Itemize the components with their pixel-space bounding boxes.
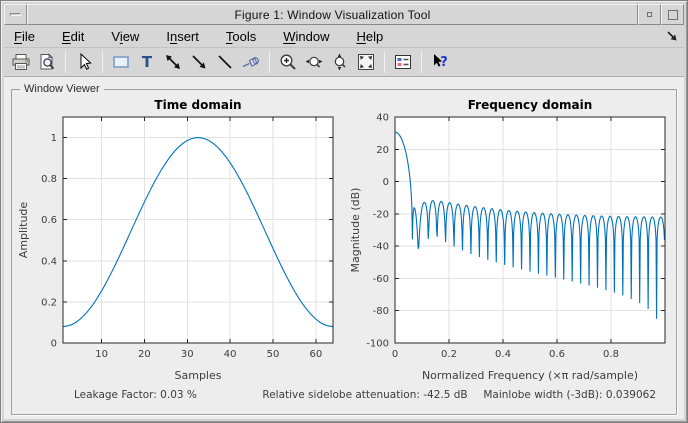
svg-text:Magnitude (dB): Magnitude (dB) bbox=[349, 188, 362, 273]
mainlobe-width-label: Mainlobe width (-3dB): 0.039062 bbox=[483, 389, 656, 401]
metrics-row: Leakage Factor: 0.03 % Relative sidelobe… bbox=[16, 389, 672, 401]
legend-button[interactable] bbox=[390, 50, 416, 75]
toolbar-separator bbox=[102, 51, 103, 73]
full-view-button[interactable] bbox=[353, 50, 379, 75]
full-view-icon bbox=[358, 54, 374, 70]
menu-view[interactable]: View bbox=[111, 29, 139, 44]
svg-text:?: ? bbox=[440, 55, 448, 70]
svg-text:0: 0 bbox=[383, 177, 389, 188]
insert-arrow-button[interactable] bbox=[186, 50, 212, 75]
svg-text:-40: -40 bbox=[373, 242, 389, 253]
svg-text:40: 40 bbox=[224, 349, 237, 360]
svg-text:50: 50 bbox=[267, 349, 280, 360]
insert-double-arrow-button[interactable] bbox=[160, 50, 186, 75]
print-icon bbox=[12, 54, 30, 70]
menubar: File Edit View Insert Tools Window Help bbox=[4, 25, 684, 48]
figure-client-area: Window Viewer 10 20 30 40 50 60 0 0.2 0.4 0.6 0.8 1… bbox=[4, 77, 684, 419]
svg-text:Samples: Samples bbox=[175, 369, 222, 382]
insert-text-button[interactable]: T bbox=[134, 50, 160, 75]
frequency-domain-plot: 0 0.2 0.4 0.6 0.8 -100 -80 -60 -40 -20 0 20 40 Freque… bbox=[349, 98, 666, 382]
whats-this-icon: ? bbox=[434, 54, 448, 70]
window-title: Figure 1: Window Visualization Tool bbox=[27, 4, 638, 25]
menu-help[interactable]: Help bbox=[356, 29, 383, 44]
text-icon: T bbox=[142, 53, 153, 71]
double-arrow-icon bbox=[166, 55, 180, 69]
menu-edit[interactable]: Edit bbox=[62, 29, 84, 44]
svg-text:10: 10 bbox=[95, 349, 108, 360]
menu-window[interactable]: Window bbox=[283, 29, 329, 44]
whats-this-button[interactable]: ? bbox=[427, 50, 453, 75]
zoom-y-icon bbox=[334, 53, 346, 71]
figure-window: Figure 1: Window Visualization Tool File… bbox=[0, 0, 688, 423]
time-domain-plot: 10 20 30 40 50 60 0 0.2 0.4 0.6 0.8 1 Time domain Sam… bbox=[17, 98, 334, 382]
dock-arrow-icon bbox=[667, 31, 677, 41]
svg-text:Time domain: Time domain bbox=[154, 98, 241, 112]
svg-text:20: 20 bbox=[138, 349, 151, 360]
dock-figure-button[interactable] bbox=[664, 28, 680, 44]
svg-text:40: 40 bbox=[376, 113, 389, 124]
svg-text:0.2: 0.2 bbox=[41, 297, 57, 308]
svg-text:0.6: 0.6 bbox=[41, 215, 57, 226]
sidelobe-attenuation-label: Relative sidelobe attenuation: -42.5 dB bbox=[262, 389, 468, 401]
print-preview-icon bbox=[40, 53, 55, 70]
svg-text:-60: -60 bbox=[373, 274, 389, 285]
edit-plot-button[interactable] bbox=[71, 50, 97, 75]
pin-icon bbox=[242, 57, 259, 68]
minimize-icon bbox=[647, 12, 652, 17]
svg-text:0.4: 0.4 bbox=[495, 349, 511, 360]
svg-text:-100: -100 bbox=[366, 339, 389, 350]
zoom-in-button[interactable] bbox=[275, 50, 301, 75]
toolbar-separator bbox=[269, 51, 270, 73]
toolbar-separator bbox=[384, 51, 385, 73]
toolbar: T ? bbox=[4, 48, 684, 77]
svg-text:0.2: 0.2 bbox=[441, 349, 457, 360]
svg-text:20: 20 bbox=[376, 145, 389, 156]
svg-text:Amplitude: Amplitude bbox=[17, 202, 30, 259]
pin-to-axes-button[interactable] bbox=[238, 50, 264, 75]
svg-text:0: 0 bbox=[392, 349, 398, 360]
svg-text:1: 1 bbox=[51, 133, 57, 144]
minimize-button[interactable] bbox=[638, 4, 661, 25]
svg-text:Frequency domain: Frequency domain bbox=[468, 98, 593, 112]
zoom-x-icon bbox=[305, 56, 323, 68]
leakage-factor-label: Leakage Factor: 0.03 % bbox=[74, 389, 197, 401]
menu-file[interactable]: File bbox=[14, 29, 35, 44]
line-icon bbox=[218, 55, 232, 69]
svg-text:Normalized Frequency (×π rad/: Normalized Frequency (×π rad/sample) bbox=[422, 369, 638, 382]
svg-text:0: 0 bbox=[51, 339, 57, 350]
insert-rectangle-button[interactable] bbox=[108, 50, 134, 75]
svg-text:-20: -20 bbox=[373, 209, 389, 220]
window-menu-button[interactable] bbox=[4, 4, 27, 25]
maximize-button[interactable] bbox=[661, 4, 684, 25]
legend-icon bbox=[395, 55, 411, 69]
rectangle-icon bbox=[113, 56, 129, 68]
menubar-items: File Edit View Insert Tools Window Help bbox=[14, 29, 383, 44]
toolbar-separator bbox=[421, 51, 422, 73]
zoom-in-icon bbox=[280, 54, 296, 70]
arrow-icon bbox=[192, 55, 206, 69]
svg-text:-80: -80 bbox=[373, 306, 389, 317]
maximize-icon bbox=[667, 9, 678, 20]
svg-text:T: T bbox=[142, 53, 153, 71]
zoom-x-button[interactable] bbox=[301, 50, 327, 75]
menu-insert[interactable]: Insert bbox=[166, 29, 199, 44]
titlebar: Figure 1: Window Visualization Tool bbox=[4, 4, 684, 25]
svg-text:0.4: 0.4 bbox=[41, 256, 57, 267]
print-preview-button[interactable] bbox=[34, 50, 60, 75]
print-button[interactable] bbox=[8, 50, 34, 75]
plots-row: 10 20 30 40 50 60 0 0.2 0.4 0.6 0.8 1 Time domain Sam… bbox=[16, 95, 672, 387]
svg-text:0.6: 0.6 bbox=[549, 349, 565, 360]
svg-text:60: 60 bbox=[309, 349, 322, 360]
insert-line-button[interactable] bbox=[212, 50, 238, 75]
pointer-icon bbox=[80, 52, 92, 70]
window-menu-icon bbox=[10, 13, 21, 16]
svg-text:30: 30 bbox=[181, 349, 194, 360]
zoom-y-button[interactable] bbox=[327, 50, 353, 75]
toolbar-separator bbox=[65, 51, 66, 73]
menu-tools[interactable]: Tools bbox=[226, 29, 256, 44]
window-viewer-panel: Window Viewer 10 20 30 40 50 60 0 0.2 0.4 0.6 0.8 1… bbox=[11, 83, 677, 415]
svg-text:0.8: 0.8 bbox=[603, 349, 619, 360]
svg-text:0.8: 0.8 bbox=[41, 174, 57, 185]
window-viewer-label: Window Viewer bbox=[24, 83, 100, 95]
